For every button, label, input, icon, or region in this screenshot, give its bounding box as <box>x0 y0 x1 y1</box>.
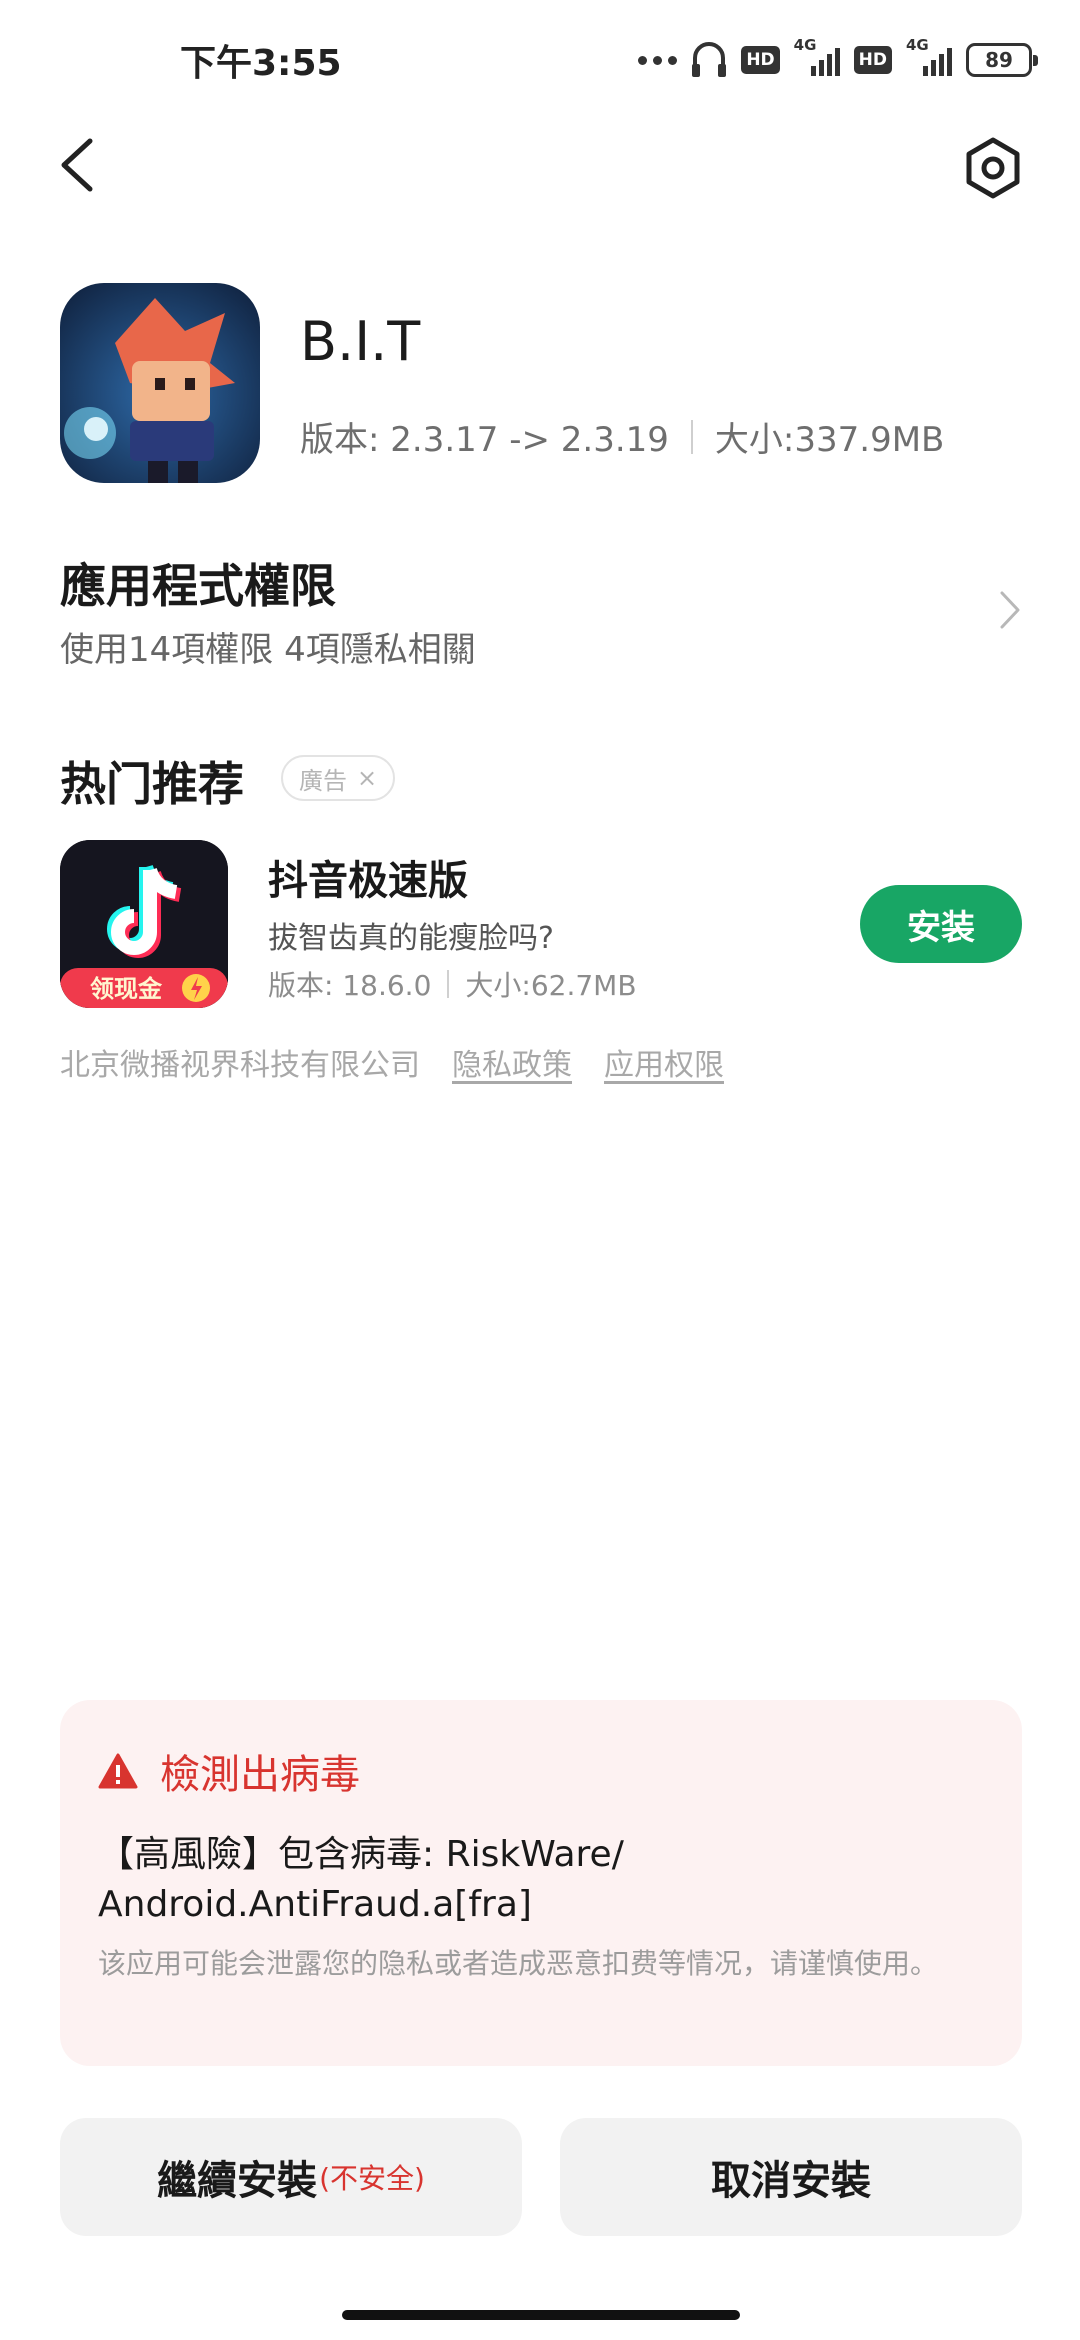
developer-row: 北京微播视界科技有限公司 隐私政策 应用权限 <box>60 1040 724 1084</box>
back-button[interactable] <box>50 135 110 195</box>
ad-badge[interactable]: 廣告 × <box>281 755 396 801</box>
recommended-app-name: 抖音极速版 <box>268 858 468 904</box>
recommended-app-size: 大小:62.7MB <box>465 969 637 1002</box>
status-bar: 下午3:55 HD 4G HD 4G 89 <box>0 0 1080 120</box>
chevron-right-icon <box>1000 591 1020 629</box>
battery-icon: 89 <box>966 43 1038 77</box>
install-button[interactable]: 安装 <box>860 885 1022 963</box>
home-indicator[interactable] <box>342 2310 740 2320</box>
warning-title: 檢測出病毒 <box>160 1752 360 1798</box>
meta-divider <box>447 970 450 998</box>
hd-badge-1: HD <box>741 46 780 74</box>
continue-install-button[interactable]: 繼續安裝 (不安全) <box>60 2118 522 2236</box>
signal-icon-1: 4G <box>794 36 840 80</box>
permissions-row[interactable]: 應用程式權限 使用14項權限 4項隱私相關 <box>60 550 1030 670</box>
app-version: 版本: 2.3.17 -> 2.3.19 <box>300 420 669 460</box>
recommended-app-meta: 版本: 18.6.0 大小:62.7MB <box>268 964 637 1004</box>
battery-level: 89 <box>985 48 1013 72</box>
meta-divider <box>690 419 693 454</box>
status-icons: HD 4G HD 4G 89 <box>638 36 1038 82</box>
warning-note: 该应用可能会泄露您的隐私或者造成恶意扣费等情况，请谨慎使用。 <box>98 1947 939 1980</box>
hot-recommend-title: 热门推荐 <box>60 757 244 811</box>
app-meta: 版本: 2.3.17 -> 2.3.19 大小:337.9MB <box>300 412 944 461</box>
warning-header: 檢測出病毒 <box>98 1742 360 1800</box>
cancel-install-button[interactable]: 取消安裝 <box>560 2118 1022 2236</box>
settings-button[interactable] <box>960 135 1026 201</box>
warning-body: 【高風險】包含病毒: RiskWare/ Android.AntiFraud.a… <box>98 1834 624 1925</box>
unsafe-label: (不安全) <box>319 2162 425 2195</box>
permissions-subtitle: 使用14項權限 4項隱私相關 <box>60 630 476 670</box>
privacy-policy-link[interactable]: 隐私政策 <box>452 1040 572 1084</box>
continue-install-label: 繼續安裝 <box>157 2158 318 2204</box>
signal-icon-2: 4G <box>906 36 952 80</box>
gear-icon <box>966 137 1020 199</box>
more-dots-icon <box>638 55 678 65</box>
rec-icon-banner: 领现金 <box>90 975 163 1003</box>
hd-badge-2: HD <box>853 46 892 74</box>
app-permissions-link[interactable]: 应用权限 <box>604 1040 724 1084</box>
permissions-title: 應用程式權限 <box>60 559 336 613</box>
headphones-icon <box>692 42 727 77</box>
ad-label: 廣告 <box>299 766 347 795</box>
app-name: B.I.T <box>300 310 421 373</box>
cancel-install-label: 取消安裝 <box>711 2158 871 2204</box>
back-arrow-icon <box>61 138 93 192</box>
ad-close-icon[interactable]: × <box>357 764 377 792</box>
developer-name: 北京微播视界科技有限公司 <box>60 1048 420 1083</box>
status-time: 下午3:55 <box>180 43 342 84</box>
virus-warning-card: 檢測出病毒 【高風險】包含病毒: RiskWare/ Android.AntiF… <box>60 1700 1022 2066</box>
app-size: 大小:337.9MB <box>714 420 945 460</box>
recommended-app-version: 版本: 18.6.0 <box>268 969 432 1002</box>
recommended-app-description: 拔智齿真的能瘦脸吗? <box>268 921 554 956</box>
app-icon <box>60 283 260 483</box>
recommended-app-icon[interactable]: 领现金 <box>60 840 228 1008</box>
warning-icon <box>98 1753 138 1789</box>
